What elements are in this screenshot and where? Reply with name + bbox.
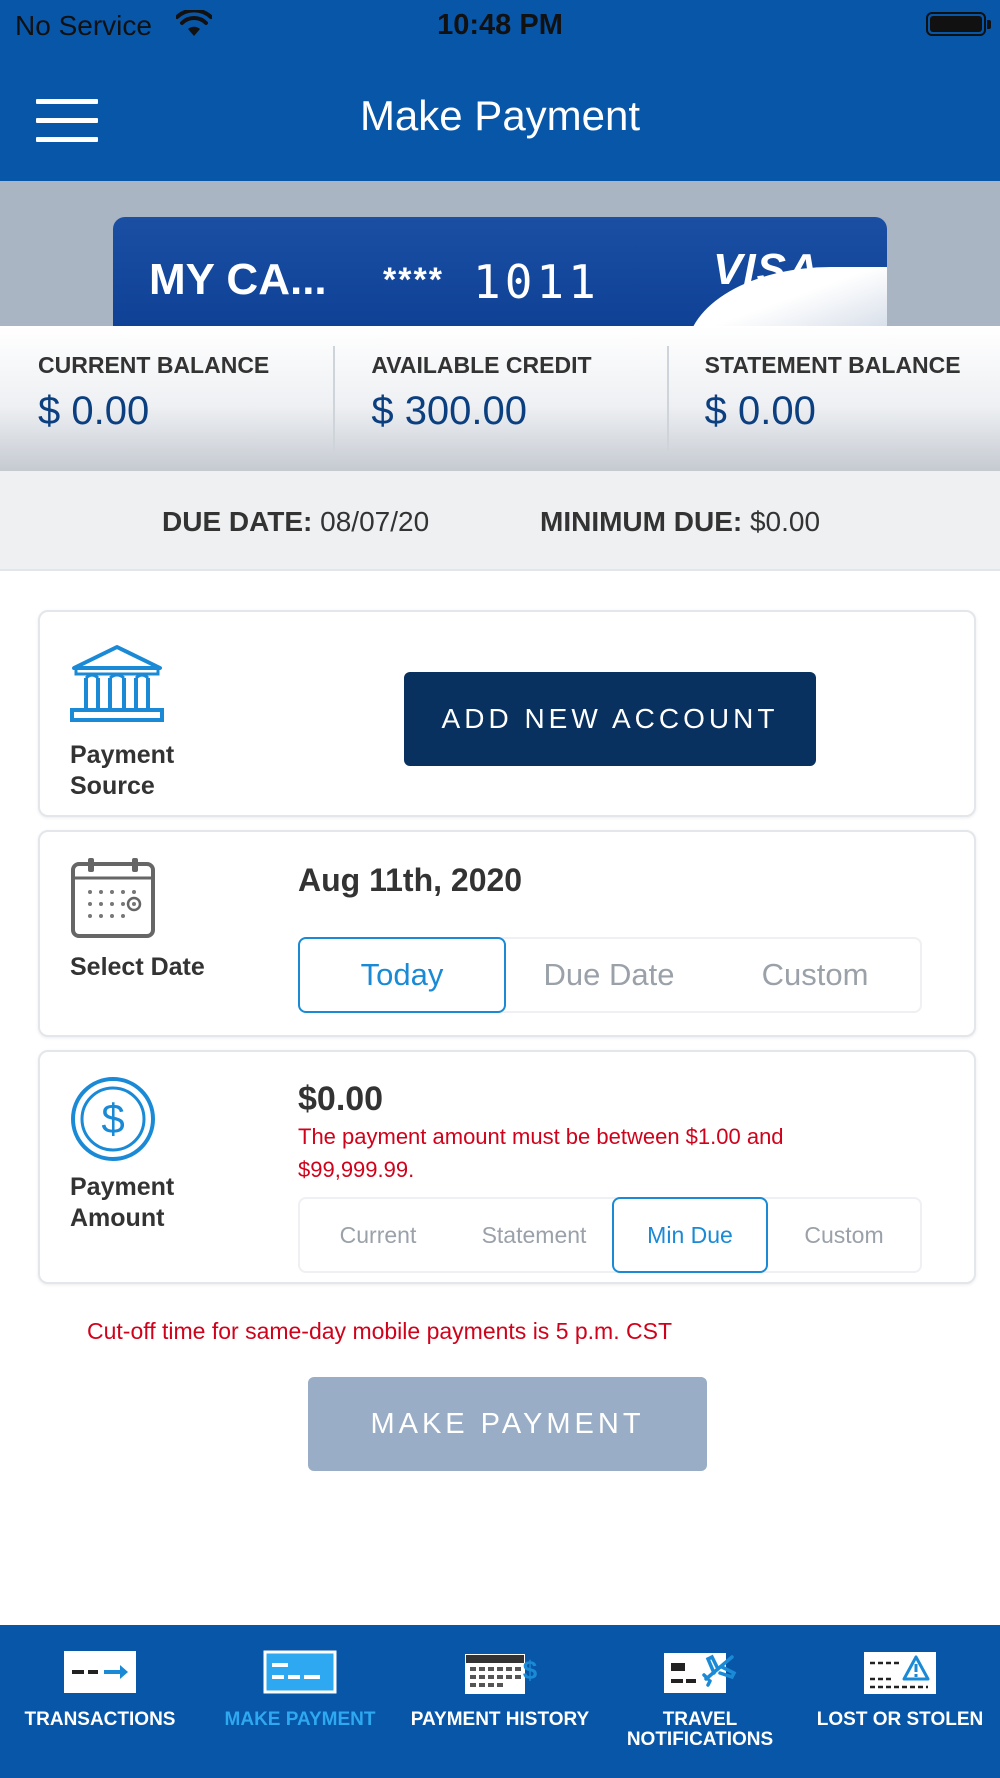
minimum-due-value: $0.00 — [749, 506, 821, 537]
due-info-row: DUE DATE: 08/07/20 MINIMUM DUE: $0.00 — [0, 471, 1000, 571]
payment-source-label: Payment Source — [70, 741, 175, 800]
card-number-mask: **** — [383, 261, 444, 299]
make-payment-screen: No Service 10:48 PM Make Payment MY CA..… — [0, 0, 1000, 1778]
amount-option-min-due[interactable]: Min Due — [612, 1197, 768, 1273]
tab-label: PAYMENT HISTORY — [410, 1709, 590, 1730]
bottom-tab-bar: TRANSACTIONS MAKE PAYMENT $ PAYMENT HIST… — [0, 1625, 1000, 1778]
minimum-due: MINIMUM DUE: $0.00 — [540, 506, 820, 538]
amount-option-statement[interactable]: Statement — [456, 1199, 612, 1271]
visa-logo: VISA — [713, 245, 820, 294]
balance-label: AVAILABLE CREDIT — [371, 352, 592, 378]
payment-amount-error: The payment amount must be between $1.00… — [298, 1124, 784, 1182]
add-new-account-button[interactable]: ADD NEW ACCOUNT — [404, 672, 816, 766]
payment-amount-label: Payment Amount — [70, 1173, 175, 1232]
current-balance: CURRENT BALANCE $ 0.00 — [0, 326, 333, 471]
card-last-four: 1011 — [473, 255, 600, 309]
svg-text:$: $ — [101, 1095, 124, 1142]
due-date-value: 08/07/20 — [320, 506, 430, 537]
amount-option-selector: Current Statement Min Due Custom — [298, 1197, 922, 1273]
available-credit: AVAILABLE CREDIT $ 300.00 — [333, 326, 666, 471]
cutoff-note: Cut-off time for same-day mobile payment… — [87, 1318, 672, 1344]
balances-row: CURRENT BALANCE $ 0.00 AVAILABLE CREDIT … — [0, 326, 1000, 471]
tab-label: TRANSACTIONS — [24, 1709, 176, 1730]
tab-label: MAKE PAYMENT — [224, 1709, 376, 1730]
card-banner: MY CA... **** 1011 VISA — [0, 181, 1000, 326]
date-option-today[interactable]: Today — [298, 937, 506, 1013]
make-payment-icon — [263, 1650, 337, 1694]
balance-label: CURRENT BALANCE — [38, 352, 270, 378]
amount-option-custom[interactable]: Custom — [768, 1199, 920, 1271]
selected-date: Aug 11th, 2020 — [298, 862, 523, 898]
tab-make-payment[interactable]: MAKE PAYMENT — [200, 1625, 400, 1778]
tab-travel-notifications[interactable]: TRAVEL NOTIFICATIONS — [600, 1625, 800, 1778]
date-option-selector: Today Due Date Custom — [298, 937, 922, 1013]
svg-text:$: $ — [523, 1655, 538, 1685]
select-date-label: Select Date — [70, 953, 205, 981]
minimum-due-label: MINIMUM DUE: — [540, 506, 743, 537]
status-time: 10:48 PM — [437, 9, 563, 41]
battery-icon — [926, 12, 991, 36]
bank-icon — [70, 645, 164, 722]
tab-payment-history[interactable]: $ PAYMENT HISTORY — [400, 1625, 600, 1778]
dollar-icon: $ — [71, 1077, 155, 1161]
tab-label: TRAVEL NOTIFICATIONS — [626, 1709, 774, 1750]
payment-amount-value: $0.00 — [298, 1080, 384, 1118]
tab-transactions[interactable]: TRANSACTIONS — [0, 1625, 200, 1778]
due-date-label: DUE DATE: — [162, 506, 313, 537]
payment-source-panel: Payment Source ADD NEW ACCOUNT — [38, 610, 976, 817]
statement-balance: STATEMENT BALANCE $ 0.00 — [666, 326, 1000, 471]
status-bar: No Service 10:48 PM — [0, 0, 1000, 50]
tab-lost-or-stolen[interactable]: LOST OR STOLEN — [800, 1625, 1000, 1778]
balance-value: $ 0.00 — [704, 389, 816, 433]
date-option-custom[interactable]: Custom — [712, 939, 918, 1011]
payment-amount-panel: $ Payment Amount $0.00 The payment amoun… — [38, 1050, 976, 1284]
amount-option-current[interactable]: Current — [300, 1199, 456, 1271]
payment-history-icon: $ — [465, 1654, 538, 1694]
select-date-panel: Select Date Aug 11th, 2020 Today Due Dat… — [38, 830, 976, 1037]
travel-notifications-icon — [664, 1653, 737, 1693]
make-payment-button[interactable]: MAKE PAYMENT — [308, 1377, 707, 1471]
date-option-due-date[interactable]: Due Date — [506, 939, 712, 1011]
card-name: MY CA... — [149, 255, 327, 304]
lost-or-stolen-icon — [864, 1652, 936, 1694]
tab-label: LOST OR STOLEN — [816, 1709, 984, 1730]
page-title: Make Payment — [359, 92, 641, 139]
credit-card[interactable]: MY CA... **** 1011 VISA — [113, 217, 887, 326]
calendar-icon — [71, 858, 155, 938]
balance-value: $ 300.00 — [371, 389, 528, 433]
due-date: DUE DATE: 08/07/20 — [162, 506, 429, 538]
transactions-icon — [64, 1651, 136, 1693]
balance-value: $ 0.00 — [38, 389, 150, 433]
balance-label: STATEMENT BALANCE — [704, 352, 961, 378]
header: Make Payment — [0, 50, 1000, 181]
